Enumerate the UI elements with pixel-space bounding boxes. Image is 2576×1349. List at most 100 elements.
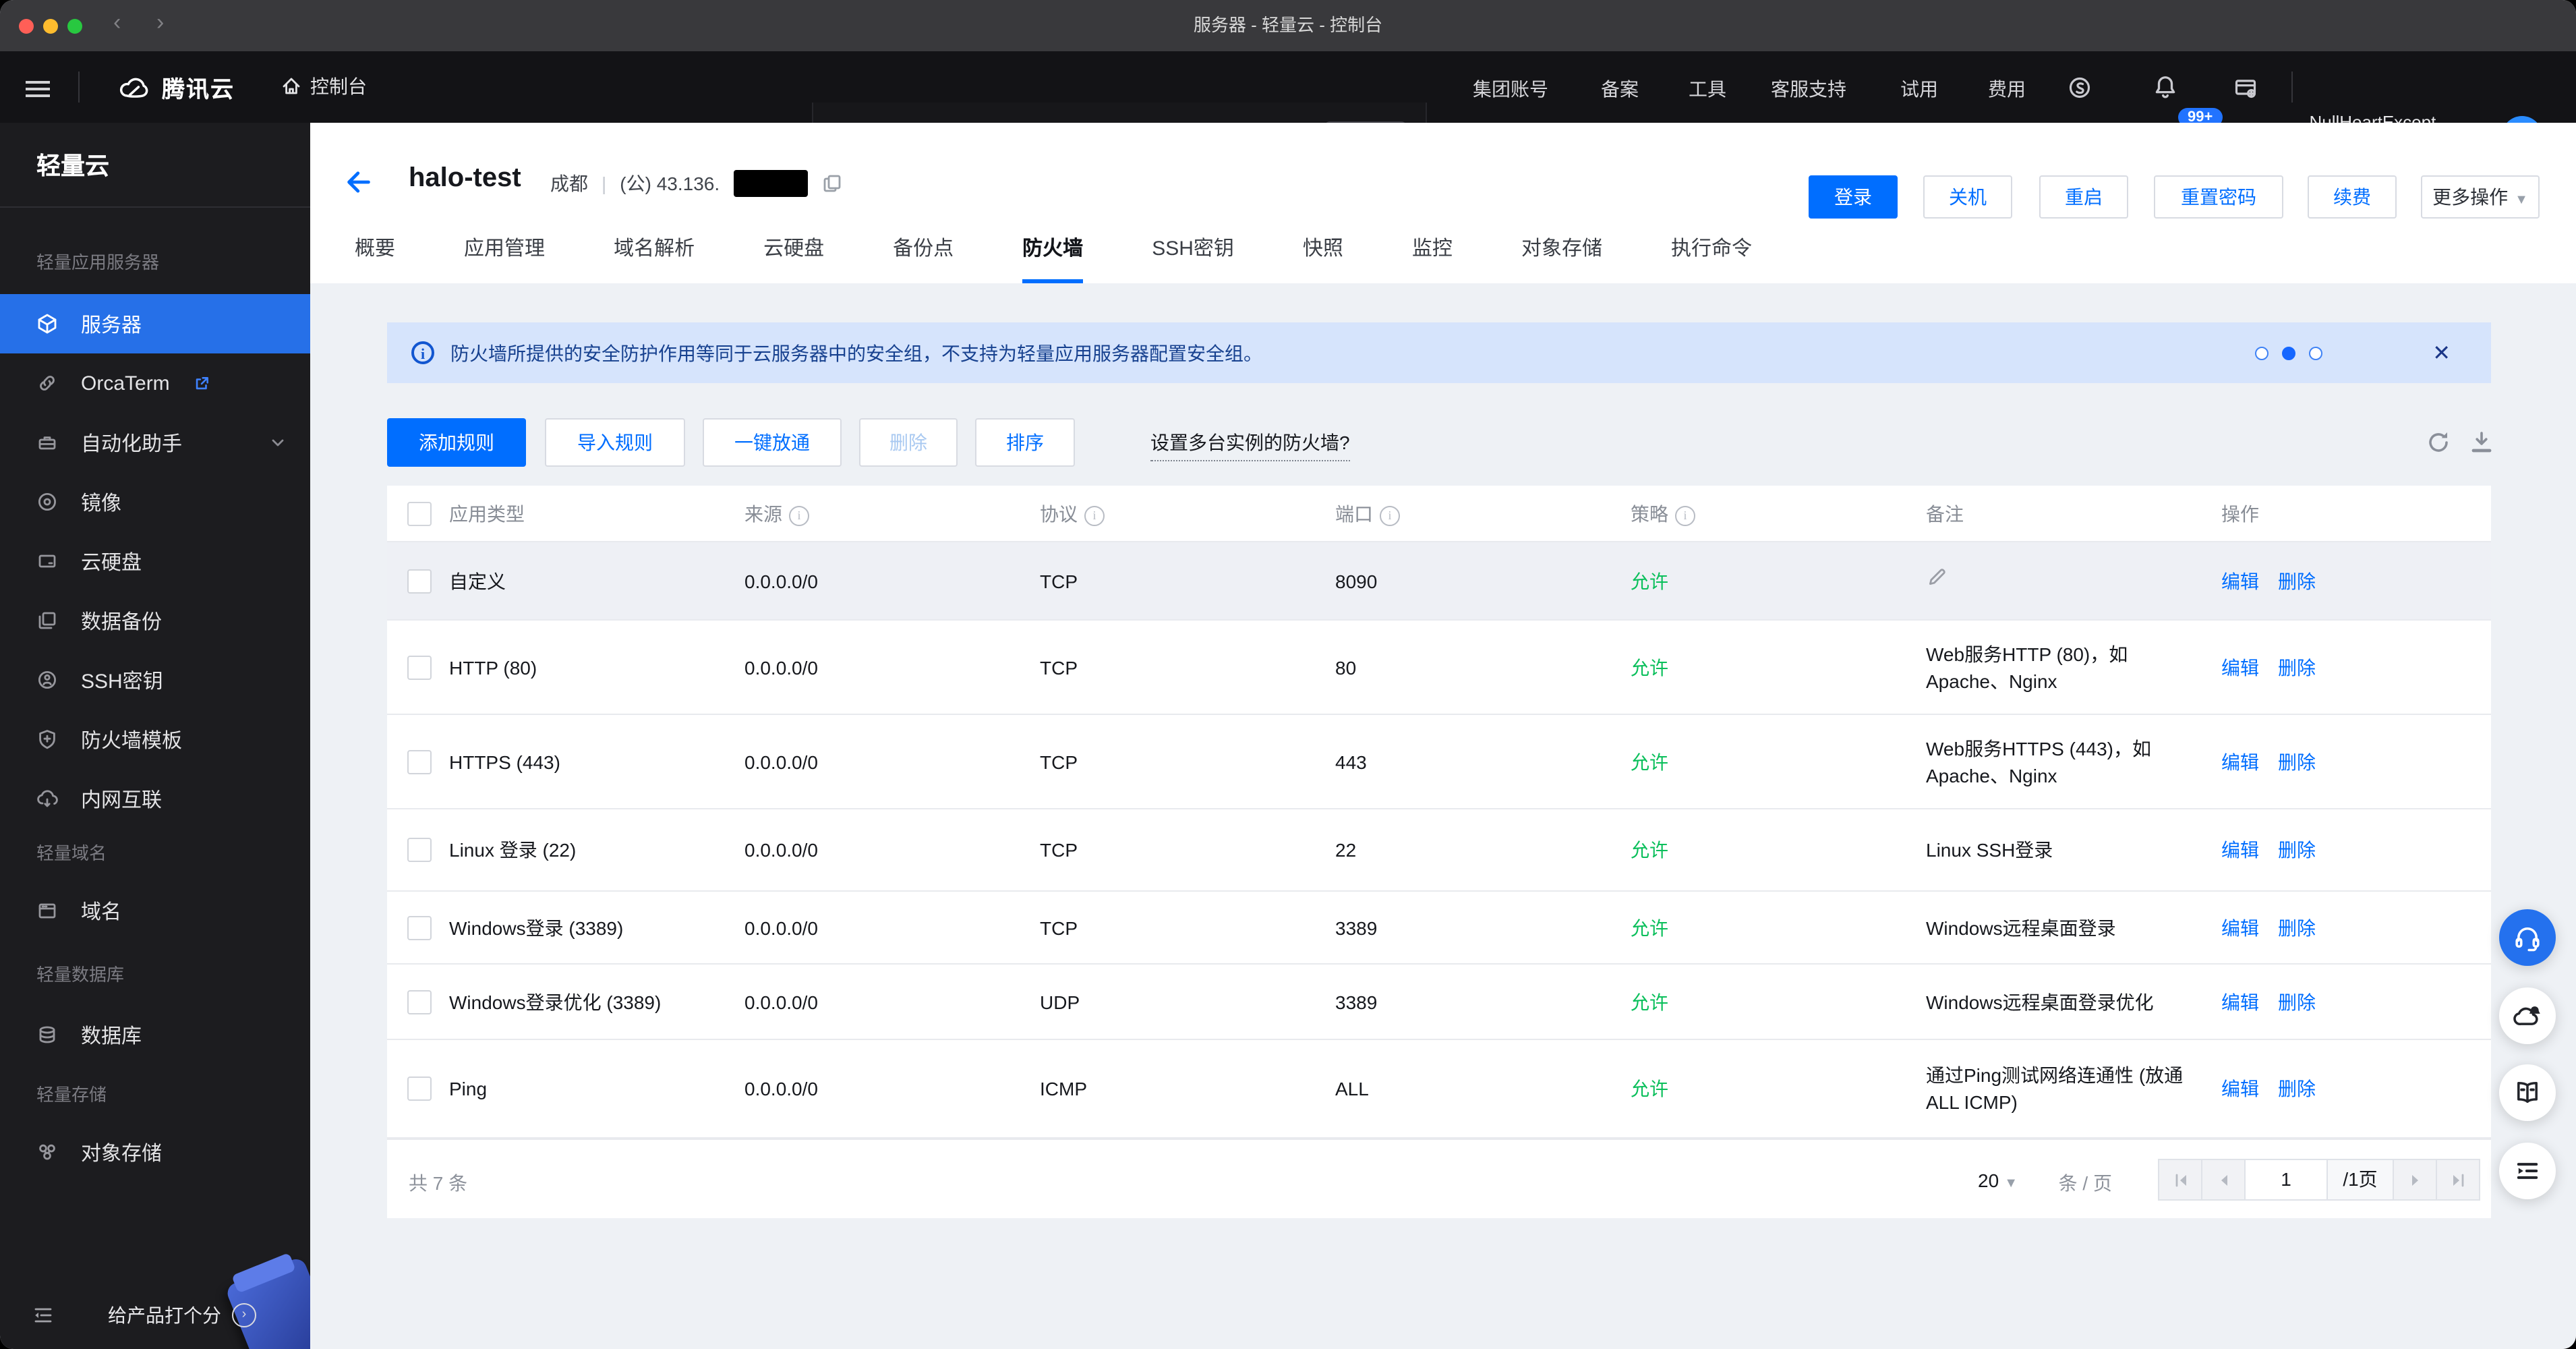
banner-dot-1[interactable] <box>2255 346 2268 360</box>
multi-instance-firewall-link[interactable]: 设置多台实例的防火墙? <box>1150 429 1350 461</box>
delete-link[interactable]: 删除 <box>2278 567 2316 594</box>
tab-run-command[interactable]: 执行命令 <box>1671 229 1752 279</box>
refresh-icon[interactable] <box>2425 429 2452 456</box>
row-checkbox[interactable] <box>407 749 432 774</box>
service-circle-icon[interactable] <box>2068 76 2092 100</box>
info-icon[interactable]: i <box>1084 505 1105 525</box>
tab-dns[interactable]: 域名解析 <box>614 229 695 279</box>
sidebar-item-automation[interactable]: 自动化助手 <box>0 413 310 472</box>
select-all-checkbox[interactable] <box>407 501 432 525</box>
login-button[interactable]: 登录 <box>1809 175 1898 219</box>
edit-link[interactable]: 编辑 <box>2221 654 2259 681</box>
cell-protocol: TCP <box>1040 570 1078 592</box>
nav-link-tools[interactable]: 工具 <box>1689 76 1726 103</box>
restart-button[interactable]: 重启 <box>2039 175 2128 219</box>
row-checkbox[interactable] <box>407 655 432 679</box>
tab-firewall[interactable]: 防火墙 <box>1022 229 1084 283</box>
sidebar-item-images[interactable]: 镜像 <box>0 472 310 532</box>
billing-panel-icon[interactable] <box>2233 76 2258 100</box>
documentation-button[interactable] <box>2499 1064 2556 1121</box>
edit-link[interactable]: 编辑 <box>2221 988 2259 1015</box>
copy-ip-icon[interactable] <box>821 173 842 194</box>
reset-password-button[interactable]: 重置密码 <box>2154 175 2283 219</box>
sidebar-item-orcaterm[interactable]: OrcaTerm <box>0 353 310 413</box>
browser-back-icon[interactable]: ‹ <box>113 9 121 36</box>
renew-button[interactable]: 续费 <box>2308 175 2397 219</box>
prev-page-button[interactable] <box>2202 1160 2246 1199</box>
row-checkbox[interactable] <box>407 569 432 593</box>
edit-link[interactable]: 编辑 <box>2221 1075 2259 1102</box>
row-checkbox[interactable] <box>407 989 432 1014</box>
row-checkbox[interactable] <box>407 1077 432 1101</box>
rate-product-link[interactable]: 给产品打个分 › <box>108 1302 256 1329</box>
allow-all-button[interactable]: 一键放通 <box>703 418 842 467</box>
delete-link[interactable]: 删除 <box>2278 1075 2316 1102</box>
next-page-button[interactable] <box>2394 1160 2437 1199</box>
collapse-sidebar-icon[interactable] <box>32 1304 54 1326</box>
edit-remark-pencil-icon[interactable] <box>1926 567 1948 588</box>
customer-service-button[interactable] <box>2499 909 2556 966</box>
browser-forward-icon[interactable]: › <box>156 9 164 36</box>
delete-link[interactable]: 删除 <box>2278 914 2316 941</box>
add-rule-button[interactable]: 添加规则 <box>387 418 526 467</box>
tab-ssh-keys[interactable]: SSH密钥 <box>1152 229 1234 279</box>
edit-link[interactable]: 编辑 <box>2221 567 2259 594</box>
tab-app-management[interactable]: 应用管理 <box>464 229 545 279</box>
brand-logo[interactable]: 腾讯云 <box>117 70 235 104</box>
hamburger-menu-icon[interactable] <box>26 77 50 101</box>
nav-link-group-account[interactable]: 集团账号 <box>1473 76 1548 103</box>
fullscreen-window-button[interactable] <box>67 19 82 34</box>
delete-rules-button[interactable]: 删除 <box>859 418 958 467</box>
close-window-button[interactable] <box>19 19 34 34</box>
sidebar-item-ssh-keys[interactable]: SSH密钥 <box>0 650 310 710</box>
console-panel-button[interactable] <box>2499 1143 2556 1199</box>
tab-monitoring[interactable]: 监控 <box>1412 229 1453 279</box>
back-arrow-icon[interactable] <box>343 166 375 198</box>
download-icon[interactable] <box>2468 429 2495 456</box>
notification-bell-icon[interactable] <box>2153 74 2178 100</box>
shutdown-button[interactable]: 关机 <box>1923 175 2012 219</box>
row-checkbox[interactable] <box>407 915 432 940</box>
console-link[interactable]: 控制台 <box>281 73 367 100</box>
sidebar-item-object-storage[interactable]: 对象存储 <box>0 1122 310 1182</box>
nav-link-trial[interactable]: 试用 <box>1900 76 1938 103</box>
nav-link-support[interactable]: 客服支持 <box>1771 76 1846 103</box>
sidebar-item-domains[interactable]: 域名 <box>0 881 310 940</box>
edit-link[interactable]: 编辑 <box>2221 748 2259 775</box>
sidebar-item-firewall-templates[interactable]: 防火墙模板 <box>0 710 310 769</box>
sidebar-item-cloud-disk[interactable]: 云硬盘 <box>0 532 310 591</box>
delete-link[interactable]: 删除 <box>2278 748 2316 775</box>
sidebar-item-data-backup[interactable]: 数据备份 <box>0 591 310 650</box>
delete-link[interactable]: 删除 <box>2278 654 2316 681</box>
last-page-button[interactable] <box>2437 1160 2479 1199</box>
minimize-window-button[interactable] <box>43 19 58 34</box>
tab-overview[interactable]: 概要 <box>355 229 395 279</box>
row-checkbox[interactable] <box>407 838 432 862</box>
sidebar-item-server[interactable]: 服务器 <box>0 294 310 353</box>
import-rules-button[interactable]: 导入规则 <box>545 418 685 467</box>
delete-link[interactable]: 删除 <box>2278 836 2316 863</box>
edit-link[interactable]: 编辑 <box>2221 914 2259 941</box>
nav-link-billing[interactable]: 费用 <box>1988 76 2026 103</box>
info-icon[interactable]: i <box>789 505 809 525</box>
delete-link[interactable]: 删除 <box>2278 988 2316 1015</box>
banner-close-icon[interactable]: ✕ <box>2432 339 2451 366</box>
banner-dot-3[interactable] <box>2309 346 2322 360</box>
page-size-select[interactable]: 20 ▼ <box>1978 1170 2018 1191</box>
sidebar-item-private-network[interactable]: 内网互联 <box>0 769 310 828</box>
tab-snapshots[interactable]: 快照 <box>1303 229 1343 279</box>
first-page-button[interactable] <box>2159 1160 2202 1199</box>
current-page-input[interactable]: 1 <box>2246 1160 2328 1199</box>
more-actions-button[interactable]: 更多操作 ▼ <box>2421 175 2540 219</box>
tab-object-storage[interactable]: 对象存储 <box>1521 229 1602 279</box>
sidebar-item-database[interactable]: 数据库 <box>0 1005 310 1064</box>
nav-link-icp[interactable]: 备案 <box>1601 76 1639 103</box>
tab-cloud-disk[interactable]: 云硬盘 <box>763 229 824 279</box>
tab-backup-points[interactable]: 备份点 <box>893 229 954 279</box>
cloud-alert-button[interactable] <box>2499 987 2556 1044</box>
edit-link[interactable]: 编辑 <box>2221 836 2259 863</box>
info-icon[interactable]: i <box>1675 505 1695 525</box>
info-icon[interactable]: i <box>1380 505 1400 525</box>
sort-button[interactable]: 排序 <box>975 418 1075 467</box>
banner-dot-2-active[interactable] <box>2282 346 2295 360</box>
